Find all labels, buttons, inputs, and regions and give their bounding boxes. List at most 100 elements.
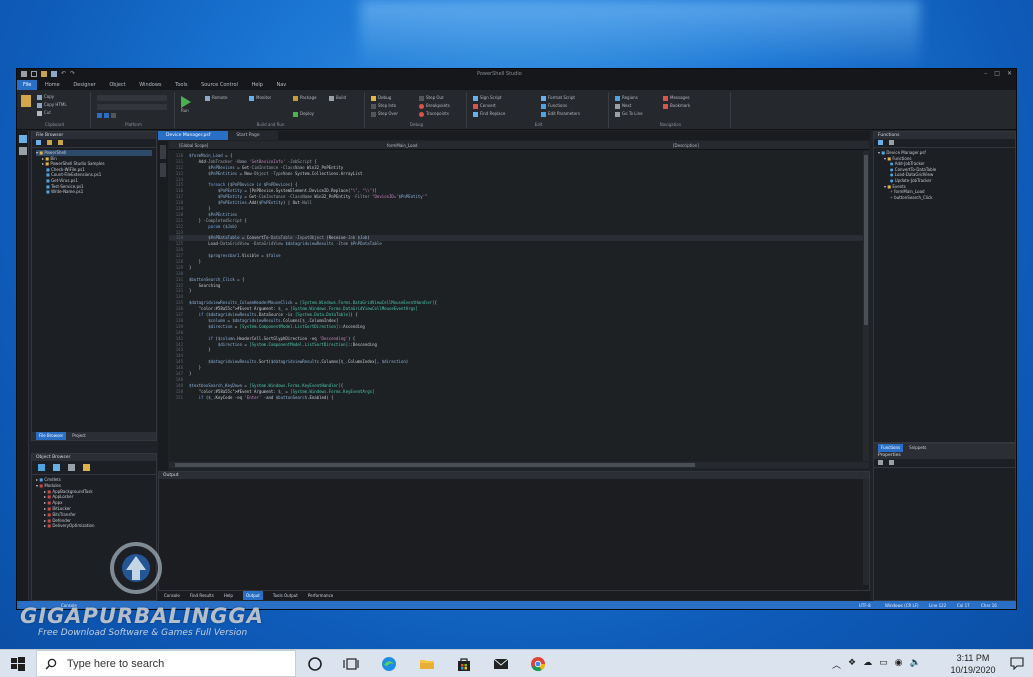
find-replace-button[interactable]: Find Replace [473, 111, 505, 117]
sort-icon[interactable] [878, 140, 883, 145]
deploy-button[interactable]: Deploy [293, 111, 314, 117]
file-explorer-button[interactable] [419, 656, 435, 672]
save-icon[interactable] [51, 71, 57, 77]
menu-source-control[interactable]: Source Control [195, 80, 244, 90]
cmdlet-icon[interactable] [38, 464, 45, 471]
tab-snippets[interactable]: Snippets [909, 444, 926, 452]
class-icon[interactable] [68, 464, 75, 471]
copy-button[interactable]: Copy [37, 94, 54, 100]
code-line[interactable]: 151 if ($_.KeyCode -eq 'Enter' -and $but… [169, 395, 869, 401]
undo-icon[interactable]: ↶ [61, 71, 66, 77]
close-icon[interactable]: ✕ [1007, 70, 1012, 77]
edit-parameters-button[interactable]: Edit Parameters [541, 111, 580, 117]
tab-help[interactable]: Help [224, 591, 233, 600]
scrollbar-thumb[interactable] [864, 155, 868, 325]
tracepoints-button[interactable]: Tracepoints [419, 111, 449, 117]
debug-button[interactable]: Debug [371, 95, 391, 101]
scope-dropdown[interactable]: [Global Scope] [179, 141, 208, 150]
hscroll-thumb[interactable] [175, 463, 695, 467]
volume-icon[interactable]: 🔈 [909, 658, 920, 671]
new-folder-icon[interactable] [58, 140, 63, 145]
horizontal-scrollbar[interactable] [169, 462, 869, 468]
convert-button[interactable]: Convert [473, 103, 496, 109]
status-encoding[interactable]: UTF-8 [859, 601, 871, 609]
store-button[interactable] [456, 656, 472, 672]
tab-console[interactable]: Console [164, 591, 180, 600]
refresh-icon[interactable] [36, 140, 41, 145]
step-out-button[interactable]: Step Out [419, 95, 444, 101]
menu-help[interactable]: Help [246, 80, 269, 90]
build-button[interactable]: Build [329, 95, 346, 101]
menu-object[interactable]: Object [103, 80, 131, 90]
remote-button[interactable]: Remote [205, 95, 227, 101]
taskbar-search-box[interactable]: Type here to search [36, 650, 296, 677]
tab-start-page[interactable]: Start Page [228, 131, 278, 140]
version-select[interactable] [97, 104, 167, 110]
clock[interactable]: 3:11 PM 10/19/2020 [948, 652, 998, 676]
designer-tab[interactable] [160, 145, 166, 159]
redo-icon[interactable]: ↷ [70, 71, 75, 77]
messages-button[interactable]: Messages [663, 95, 690, 101]
breakpoints-button[interactable]: Breakpoints [419, 103, 450, 109]
next-button[interactable]: Next [615, 103, 631, 109]
edge-button[interactable] [381, 656, 397, 672]
step-into-button[interactable]: Step Into [371, 103, 396, 109]
mail-button[interactable] [493, 656, 509, 672]
notifications-button[interactable] [1010, 656, 1024, 671]
tab-find-results[interactable]: Find Results [190, 591, 214, 600]
network-icon[interactable]: ◉ [895, 658, 903, 671]
filter-icon[interactable] [889, 140, 894, 145]
menu-designer[interactable]: Designer [67, 80, 101, 90]
app-menu-icon[interactable] [21, 71, 27, 77]
minimize-icon[interactable]: – [984, 70, 987, 77]
menu-nav[interactable]: Nav [271, 80, 293, 90]
tab-device-manager[interactable]: Device Manager.psf [158, 131, 229, 140]
platform-toggle-buttons[interactable] [97, 112, 118, 118]
battery-icon[interactable]: ▭ [879, 658, 888, 671]
regions-button[interactable]: Regions [615, 95, 638, 101]
open-icon[interactable] [41, 71, 47, 77]
tab-tools-output[interactable]: Tools Output [273, 591, 298, 600]
menu-tools[interactable]: Tools [169, 80, 193, 90]
module-icon[interactable] [53, 464, 60, 471]
snippet-icon[interactable] [83, 464, 90, 471]
description-dropdown[interactable]: [Description] [673, 141, 699, 150]
output-scrollbar[interactable] [863, 479, 869, 585]
new-icon[interactable] [31, 71, 37, 77]
wrench-icon[interactable] [889, 460, 894, 465]
toolbox-icon[interactable] [18, 135, 27, 143]
tab-project[interactable]: Project [72, 432, 86, 440]
editor-scrollbar[interactable] [863, 151, 869, 461]
copy-html-button[interactable]: Copy HTML [37, 102, 67, 108]
platform-select[interactable] [97, 95, 167, 101]
script-tab[interactable] [160, 163, 166, 177]
code-editor[interactable]: 110 $formMain_Load = {111 Add-JobTracker … [169, 151, 869, 461]
status-line-ending[interactable]: Windows (CR LF) [885, 601, 919, 609]
monitor-button[interactable]: Monitor [249, 95, 271, 101]
sign-script-button[interactable]: Sign Script [473, 95, 502, 101]
categorized-icon[interactable] [878, 460, 883, 465]
tree-item[interactable]: ⚡ buttonSearch_Click [878, 195, 1011, 201]
dropbox-icon[interactable]: ❖ [848, 658, 856, 671]
tab-functions[interactable]: Functions [878, 444, 904, 452]
run-button[interactable]: Run [181, 96, 191, 113]
menu-windows[interactable]: Windows [133, 80, 167, 90]
step-over-button[interactable]: Step Over [371, 111, 398, 117]
tab-output[interactable]: Output [242, 591, 263, 600]
start-button[interactable] [10, 656, 26, 672]
paste-button[interactable] [21, 95, 33, 107]
onedrive-icon[interactable]: ☁ [863, 658, 872, 671]
function-dropdown[interactable]: formMain_Load [387, 141, 417, 150]
folder-icon[interactable] [47, 140, 52, 145]
maximize-icon[interactable]: □ [994, 70, 1000, 77]
explorer-icon[interactable] [18, 147, 27, 155]
functions-button[interactable]: Functions [541, 103, 567, 109]
cut-button[interactable]: Cut [37, 110, 51, 116]
menu-file[interactable]: File [17, 80, 38, 90]
tree-item[interactable]: ▸ ■ DeliveryOptimization [36, 523, 152, 529]
cortana-button[interactable] [307, 656, 323, 672]
menu-home[interactable]: Home [39, 80, 66, 90]
chrome-button[interactable] [530, 656, 546, 672]
task-view-button[interactable] [343, 656, 359, 672]
tree-item[interactable]: ■ Write-Name.ps1 [36, 189, 152, 195]
